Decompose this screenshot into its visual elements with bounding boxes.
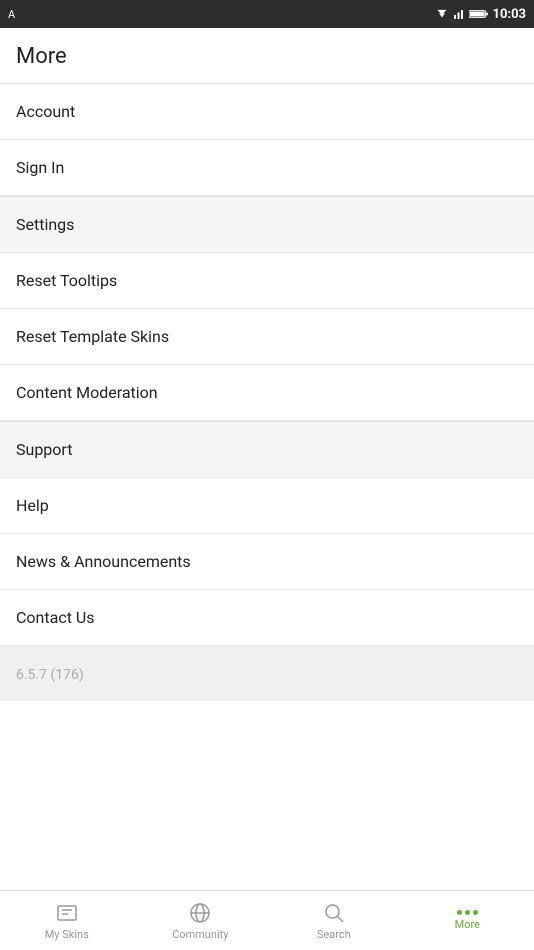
status-bar-left: A [8,8,15,21]
status-time: 10:03 [493,7,527,22]
search-icon [322,901,346,925]
nav-label-my-skins: My Skins [45,928,89,941]
community-icon [188,901,212,925]
menu-item-support[interactable]: Support [0,421,534,478]
menu-item-reset-template-skins[interactable]: Reset Template Skins [0,309,534,365]
nav-item-my-skins[interactable]: My Skins [0,895,134,947]
menu-item-news-announcements[interactable]: News & Announcements [0,534,534,590]
main-content: More Account Sign In Settings Reset Tool… [0,28,534,898]
nav-item-search[interactable]: Search [267,895,401,947]
battery-icon [469,8,489,20]
version-area: 6.5.7 (176) [0,646,534,701]
version-text: 6.5.7 (176) [16,667,84,683]
menu-item-help[interactable]: Help [0,478,534,534]
more-icon [457,910,478,915]
signal-icon [453,7,465,21]
nav-item-community[interactable]: Community [134,895,268,947]
bottom-nav: My Skins Community Search More [0,890,534,950]
wifi-icon [435,7,449,21]
menu-item-account[interactable]: Account [0,84,534,140]
menu-item-settings[interactable]: Settings [0,196,534,253]
menu-item-sign-in[interactable]: Sign In [0,140,534,196]
app-icon: A [8,8,15,21]
nav-label-community: Community [172,928,228,941]
nav-label-more: More [455,918,480,931]
nav-item-more[interactable]: More [401,904,534,937]
status-bar: A 10:03 [0,0,534,28]
my-skins-icon [55,901,79,925]
nav-label-search: Search [317,928,351,941]
status-bar-right: 10:03 [435,7,527,22]
page-title: More [16,44,67,69]
menu-item-reset-tooltips[interactable]: Reset Tooltips [0,253,534,309]
menu-list: Account Sign In Settings Reset Tooltips … [0,84,534,898]
page-title-bar: More [0,28,534,84]
menu-item-content-moderation[interactable]: Content Moderation [0,365,534,421]
menu-item-contact-us[interactable]: Contact Us [0,590,534,646]
